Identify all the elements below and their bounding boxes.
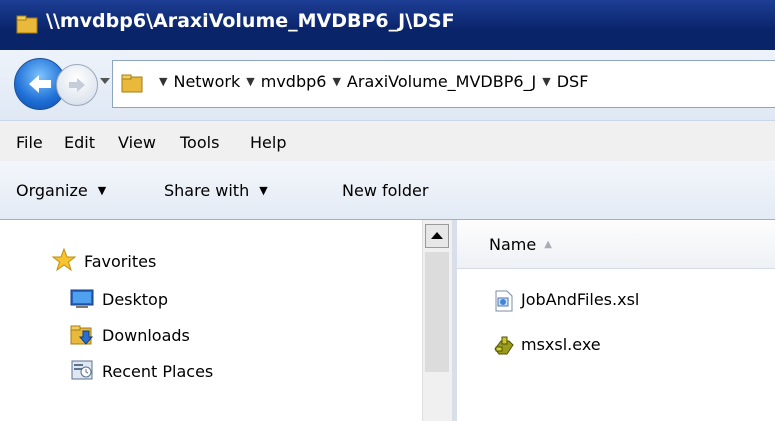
folder-icon xyxy=(16,15,38,34)
title-bar: \\mvdbp6\AraxiVolume_MVDBP6_J\DSF xyxy=(0,0,775,50)
file-name: msxsl.exe xyxy=(521,335,601,354)
menu-bar: File Edit View Tools Help xyxy=(0,121,775,161)
menu-tools[interactable]: Tools xyxy=(180,133,219,152)
sort-ascending-icon: ▲ xyxy=(544,239,552,250)
xsl-file-icon xyxy=(495,290,513,312)
breadcrumb-dsf[interactable]: DSF xyxy=(557,72,589,91)
file-list: Name ▲ JobAndFiles.xsl msxsl.exe xyxy=(457,220,775,421)
column-header-name[interactable]: Name ▲ xyxy=(457,220,775,269)
exe-file-icon xyxy=(494,336,514,355)
favorites-header[interactable]: Favorites xyxy=(84,252,156,271)
chevron-down-icon[interactable]: ▼ xyxy=(332,75,340,88)
navigation-bar: ▼ Network ▼ mvdbp6 ▼ AraxiVolume_MVDBP6_J ▼ DSF xyxy=(0,50,775,121)
command-bar: Organize ▼ Share with ▼ New folder xyxy=(0,161,775,220)
new-folder-button[interactable]: New folder xyxy=(342,181,428,200)
nav-item-downloads[interactable]: Downloads xyxy=(102,326,190,345)
breadcrumb-network[interactable]: Network xyxy=(173,72,240,91)
star-icon xyxy=(52,248,76,272)
chevron-down-icon: ▼ xyxy=(259,184,268,197)
menu-edit[interactable]: Edit xyxy=(64,133,95,152)
address-bar[interactable]: ▼ Network ▼ mvdbp6 ▼ AraxiVolume_MVDBP6_J ▼ DSF xyxy=(112,60,775,108)
window-title: \\mvdbp6\AraxiVolume_MVDBP6_J\DSF xyxy=(46,10,455,32)
list-item[interactable]: JobAndFiles.xsl xyxy=(493,290,733,314)
forward-button[interactable] xyxy=(56,64,98,106)
chevron-down-icon[interactable]: ▼ xyxy=(159,75,167,88)
nav-pane-scrollbar[interactable] xyxy=(422,220,453,421)
recent-places-icon xyxy=(71,360,93,380)
organize-label: Organize xyxy=(16,181,88,200)
share-with-button[interactable]: Share with ▼ xyxy=(164,181,268,200)
arrow-up-icon xyxy=(431,232,443,239)
organize-button[interactable]: Organize ▼ xyxy=(16,181,106,200)
folder-icon xyxy=(121,74,143,93)
list-item[interactable]: msxsl.exe xyxy=(493,335,733,359)
chevron-down-icon: ▼ xyxy=(97,184,107,197)
breadcrumb-araxivolume[interactable]: AraxiVolume_MVDBP6_J xyxy=(347,72,536,91)
menu-view[interactable]: View xyxy=(118,133,156,152)
menu-file[interactable]: File xyxy=(16,133,43,152)
nav-item-recent-places[interactable]: Recent Places xyxy=(102,362,213,381)
menu-help[interactable]: Help xyxy=(250,133,286,152)
nav-item-desktop[interactable]: Desktop xyxy=(102,290,168,309)
chevron-down-icon xyxy=(100,78,110,84)
column-name-text: Name xyxy=(489,235,537,254)
file-name: JobAndFiles.xsl xyxy=(521,290,640,309)
chevron-down-icon[interactable]: ▼ xyxy=(542,75,550,88)
chevron-down-icon[interactable]: ▼ xyxy=(246,75,254,88)
back-arrow-icon xyxy=(29,75,51,93)
forward-arrow-icon xyxy=(69,78,85,92)
breadcrumb-mvdbp6[interactable]: mvdbp6 xyxy=(261,72,327,91)
breadcrumb: ▼ Network ▼ mvdbp6 ▼ AraxiVolume_MVDBP6_J ▼ DSF xyxy=(153,72,588,91)
column-name-label: Name ▲ xyxy=(489,235,552,254)
share-with-label: Share with xyxy=(164,181,250,200)
scrollbar-thumb[interactable] xyxy=(425,252,449,372)
desktop-icon xyxy=(70,289,94,308)
recent-pages-dropdown[interactable] xyxy=(98,74,112,88)
downloads-folder-icon xyxy=(70,325,94,345)
navigation-pane: Favorites Desktop Downloads Recent Place… xyxy=(0,220,456,421)
scroll-up-button[interactable] xyxy=(425,224,449,248)
